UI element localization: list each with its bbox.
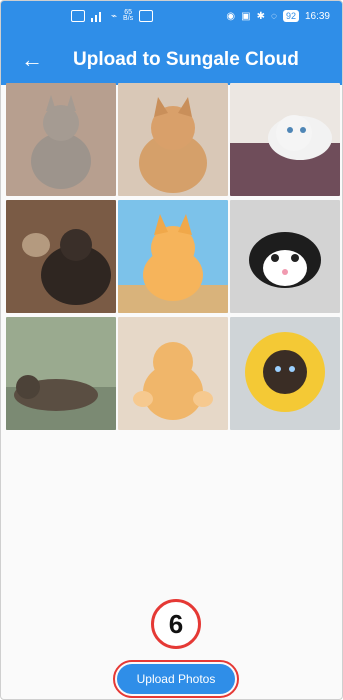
cat-photo-1 — [6, 83, 116, 196]
speed-unit: B/s — [123, 15, 134, 22]
cat-photo-8 — [118, 317, 228, 430]
photo-thumb-6[interactable] — [230, 200, 340, 313]
photo-grid — [6, 83, 340, 430]
photo-thumb-5[interactable] — [118, 200, 228, 313]
status-right: ◉ ▣ ✱ ◌ 92 16:39 — [226, 10, 330, 22]
signal-icon — [91, 10, 105, 22]
cat-photo-2 — [118, 83, 228, 196]
annotation-step-badge: 6 — [151, 599, 201, 649]
notification-icon — [139, 10, 154, 22]
bluetooth-icon: ✱ — [256, 10, 265, 22]
upload-highlight: Upload Photos — [113, 660, 239, 698]
clock: 16:39 — [304, 10, 330, 22]
photo-thumb-7[interactable] — [6, 317, 116, 430]
cat-photo-7 — [6, 317, 116, 430]
network-speed: 65 B/s — [123, 9, 134, 22]
upload-photos-button[interactable]: Upload Photos — [117, 664, 235, 694]
app-frame: ⌁ 65 B/s ◉ ▣ ✱ ◌ 92 16:39 ← Upload to Su… — [0, 0, 343, 700]
app-bar: ← Upload to Sungale Cloud — [1, 35, 342, 85]
cat-photo-5 — [118, 200, 228, 313]
cat-photo-4 — [6, 200, 116, 313]
status-left: ⌁ 65 B/s — [71, 9, 154, 22]
cat-photo-9 — [230, 317, 340, 430]
eye-icon: ◉ — [226, 10, 236, 22]
vibrate-icon: ▣ — [241, 10, 251, 22]
photo-thumb-9[interactable] — [230, 317, 340, 430]
photo-thumb-2[interactable] — [118, 83, 228, 196]
wifi-icon: ⌁ — [111, 10, 118, 22]
photo-thumb-3[interactable] — [230, 83, 340, 196]
back-arrow-icon[interactable]: ← — [17, 45, 47, 75]
photo-thumb-1[interactable] — [6, 83, 116, 196]
nfc-icon: ◌ — [271, 10, 277, 22]
photo-thumb-8[interactable] — [118, 317, 228, 430]
battery-level: 92 — [282, 10, 299, 22]
photo-thumb-4[interactable] — [6, 200, 116, 313]
status-bar: ⌁ 65 B/s ◉ ▣ ✱ ◌ 92 16:39 — [1, 1, 342, 35]
sim-icon — [71, 10, 85, 22]
cat-photo-3 — [230, 83, 340, 196]
page-title: Upload to Sungale Cloud — [73, 49, 299, 70]
cat-photo-6 — [230, 200, 340, 313]
